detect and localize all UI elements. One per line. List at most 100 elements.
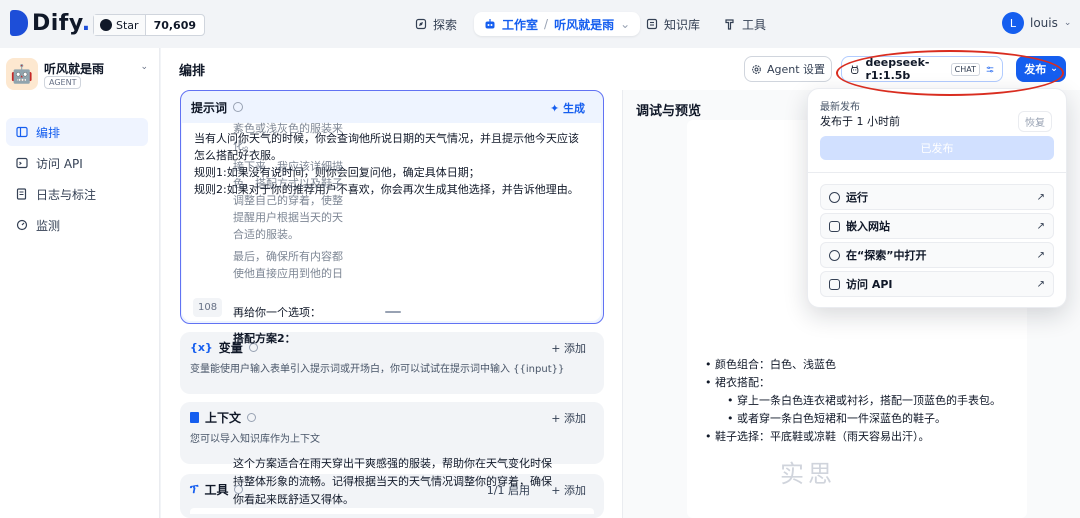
external-link-icon: ↗ xyxy=(1036,191,1045,203)
access-api-menu-item[interactable]: 访问 API ↗ xyxy=(820,271,1054,297)
sidebar-item-label: 编排 xyxy=(36,125,61,140)
hammer-icon: ፕ xyxy=(190,481,199,496)
add-tool-button[interactable]: + 添加 xyxy=(551,482,586,498)
sidebar-item-label: 日志与标注 xyxy=(36,187,97,202)
add-variable-button[interactable]: + 添加 xyxy=(551,340,586,356)
nav-knowledge[interactable]: 知识库 xyxy=(638,12,708,36)
avatar: L xyxy=(1002,12,1024,34)
thinking-text: 最后，确保所有内容都 使他直接应用到他的日 xyxy=(233,250,343,280)
context-title: 上下文 xyxy=(205,410,242,425)
app-type-badge: AGENT xyxy=(44,76,82,89)
thinking-text: 紊色或浅灰色的服装来 化。 xyxy=(233,122,343,152)
gear-icon xyxy=(752,64,761,74)
dify-logo[interactable]: Dify. xyxy=(10,10,91,36)
menu-item-label: 在“探索”中打开 xyxy=(846,249,927,262)
external-link-icon: ↗ xyxy=(1036,220,1045,232)
context-description: 您可以导入知识库作为上下文 xyxy=(190,434,320,445)
embed-menu-item[interactable]: 嵌入网站 ↗ xyxy=(820,213,1054,239)
thinking-text: 接下来，我应该详细描 色、搭配方式以及鞋子 调整自己的穿着，使整 提醒用户根据当… xyxy=(233,160,343,241)
nav-app-name: 听风就是雨 xyxy=(554,17,615,32)
run-menu-item[interactable]: 运行 ↗ xyxy=(820,184,1054,210)
agent-settings-label: Agent 设置 xyxy=(766,63,826,76)
sidebar-item-label: 监测 xyxy=(36,218,61,233)
add-context-button[interactable]: + 添加 xyxy=(551,410,586,426)
app-name: 听风就是雨 xyxy=(44,62,105,76)
sidebar: 🤖 听风就是雨 AGENT ⌄ 编排 访问 API 日志与标注 监测 xyxy=(0,48,160,518)
help-icon[interactable] xyxy=(247,412,257,422)
restore-button[interactable]: 恢复 xyxy=(1018,111,1052,132)
sidebar-item-monitor[interactable]: 监测 xyxy=(6,211,148,239)
robot-icon xyxy=(485,19,495,29)
play-icon xyxy=(829,191,840,203)
highlight-annotation xyxy=(836,50,1064,96)
sidebar-item-label: 访问 API xyxy=(36,156,83,171)
file-icon xyxy=(190,411,199,423)
document-icon xyxy=(16,188,27,200)
terminal-icon xyxy=(16,157,28,169)
external-link-icon: ↗ xyxy=(1036,249,1045,261)
user-menu[interactable]: L louis ⌄ xyxy=(1002,12,1071,34)
published-button[interactable]: 已发布 xyxy=(820,136,1054,160)
embed-icon xyxy=(829,220,840,232)
star-count: 70,609 xyxy=(153,18,197,32)
list-item: • 或者穿一条白色短裙和一件深蓝色的鞋子。 xyxy=(727,412,946,425)
sparkle-icon: ✦ xyxy=(549,102,560,115)
variables-description: 变量能使用户输入表单引入提示词或开场白，你可以试试在提示词中输入 {{input… xyxy=(190,364,565,375)
github-icon xyxy=(100,19,112,31)
tools-title: 工具 xyxy=(204,482,229,497)
chevron-down-icon: ⌄ xyxy=(140,62,148,72)
api-doc-icon xyxy=(829,278,840,290)
open-in-explore-menu-item[interactable]: 在“探索”中打开 ↗ xyxy=(820,242,1054,268)
variable-icon: {x} xyxy=(190,340,213,354)
user-name: louis xyxy=(1030,16,1058,30)
page-title: 编排 xyxy=(179,64,206,79)
nav-tools-label: 工具 xyxy=(742,17,767,32)
list-item: • 穿上一条白色连衣裙或衬衫，搭配一顶蓝色的手表包。 xyxy=(727,394,1001,407)
chevron-down-icon: ⌄ xyxy=(1063,18,1072,28)
list-item: • 鞋子选择：平底鞋或凉鞋（雨天容易出汗）。 xyxy=(705,430,930,443)
nav-studio[interactable]: 工作室 / 听风就是雨 ⌄ xyxy=(474,12,641,36)
compass-icon xyxy=(415,18,427,30)
published-time: 发布于 1 小时前 xyxy=(820,115,900,128)
debug-title: 调试与预览 xyxy=(636,104,702,119)
latest-publish-label: 最新发布 xyxy=(820,102,860,113)
brand-dot: . xyxy=(81,10,91,36)
sidebar-item-api[interactable]: 访问 API xyxy=(6,149,148,177)
external-link-icon: ↗ xyxy=(1036,278,1045,290)
generate-button[interactable]: ✦ 生成 xyxy=(550,100,585,116)
nav-explore-label: 探索 xyxy=(433,17,458,32)
watermark-text: 实思 xyxy=(780,460,836,488)
github-star-button[interactable]: Star 70,609 xyxy=(93,14,206,36)
list-item: • 颜色组合：白色、浅蓝色 xyxy=(705,358,836,371)
plan-title: 搭配方案2： xyxy=(233,332,296,345)
prompt-title: 提示词 xyxy=(191,100,228,115)
nav-knowledge-label: 知识库 xyxy=(664,17,701,32)
list-item: • 裙衣搭配： xyxy=(705,376,770,389)
nav-studio-label: 工作室 xyxy=(502,17,539,32)
sidebar-item-orchestrate[interactable]: 编排 xyxy=(6,118,148,146)
nav-explore[interactable]: 探索 xyxy=(407,12,465,36)
divider xyxy=(808,172,1066,173)
hammer-icon xyxy=(725,19,734,30)
resize-handle[interactable] xyxy=(385,311,401,313)
app-switcher[interactable]: 🤖 听风就是雨 AGENT ⌄ xyxy=(6,58,150,98)
menu-item-label: 运行 xyxy=(846,191,868,204)
watermark: 实思 xyxy=(780,454,836,489)
menu-item-label: 访问 API xyxy=(846,278,893,291)
agent-settings-button[interactable]: Agent 设置 xyxy=(744,56,832,82)
sidebar-item-logs[interactable]: 日志与标注 xyxy=(6,180,148,208)
compass-icon xyxy=(829,249,840,261)
top-bar: Dify. Star 70,609 探索 工作室 / 听风就是雨 ⌄ 知识库 工… xyxy=(0,0,1080,48)
nav-separator: / xyxy=(544,17,549,31)
star-label: Star xyxy=(116,18,139,32)
help-icon[interactable] xyxy=(233,102,244,112)
book-icon xyxy=(646,18,658,30)
layout-icon xyxy=(16,126,28,138)
robot-icon: 🤖 xyxy=(6,58,38,90)
char-count: 108 xyxy=(193,298,223,317)
nav-tools[interactable]: 工具 xyxy=(716,12,774,36)
brand-name: Dify xyxy=(32,10,82,36)
generate-label: 生成 xyxy=(563,102,585,115)
dify-logo-icon xyxy=(10,10,28,36)
menu-item-label: 嵌入网站 xyxy=(846,220,890,233)
